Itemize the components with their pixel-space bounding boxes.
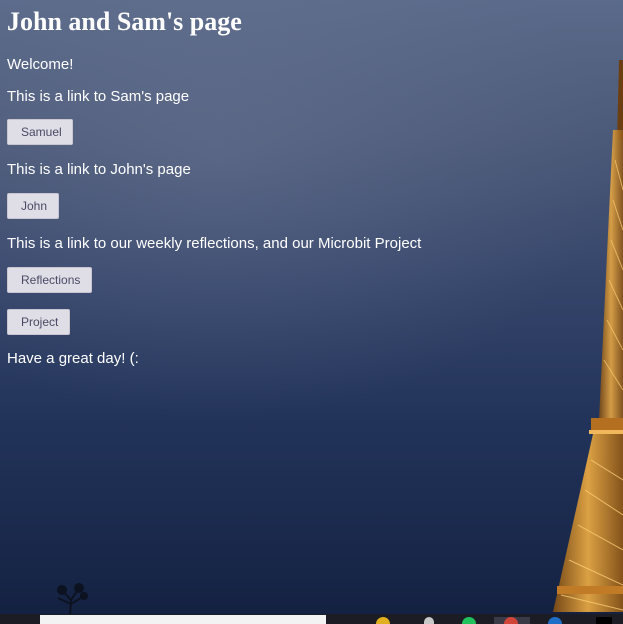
terminal-icon[interactable] bbox=[548, 617, 562, 624]
page-title: John and Sam's page bbox=[7, 7, 242, 36]
closing-text: Have a great day! (: bbox=[7, 350, 139, 367]
sam-link-description: This is a link to Sam's page bbox=[7, 88, 190, 105]
welcome-text: Welcome! bbox=[7, 56, 74, 73]
chrome-icon[interactable] bbox=[376, 617, 390, 624]
reflections-button[interactable]: Reflections bbox=[7, 267, 92, 293]
desktop-webpage: { "page": { "title": "John and Sam's pag… bbox=[0, 0, 623, 624]
reflections-description: This is a link to our weekly reflections… bbox=[7, 235, 422, 252]
taskbar-search-box[interactable] bbox=[40, 615, 326, 624]
taskbar bbox=[0, 614, 623, 624]
samuel-button[interactable]: Samuel bbox=[7, 119, 73, 145]
tree-silhouette-image bbox=[57, 583, 88, 616]
command-prompt-icon[interactable] bbox=[596, 617, 612, 624]
john-link-description: This is a link to John's page bbox=[7, 161, 191, 178]
project-button[interactable]: Project bbox=[7, 309, 70, 335]
eiffel-tower-background-image bbox=[553, 60, 623, 612]
john-button[interactable]: John bbox=[7, 193, 59, 219]
spotify-icon[interactable] bbox=[462, 617, 476, 624]
file-explorer-icon[interactable] bbox=[424, 617, 434, 624]
store-icon[interactable] bbox=[504, 617, 518, 624]
page-content: John and Sam's page bbox=[7, 0, 567, 37]
